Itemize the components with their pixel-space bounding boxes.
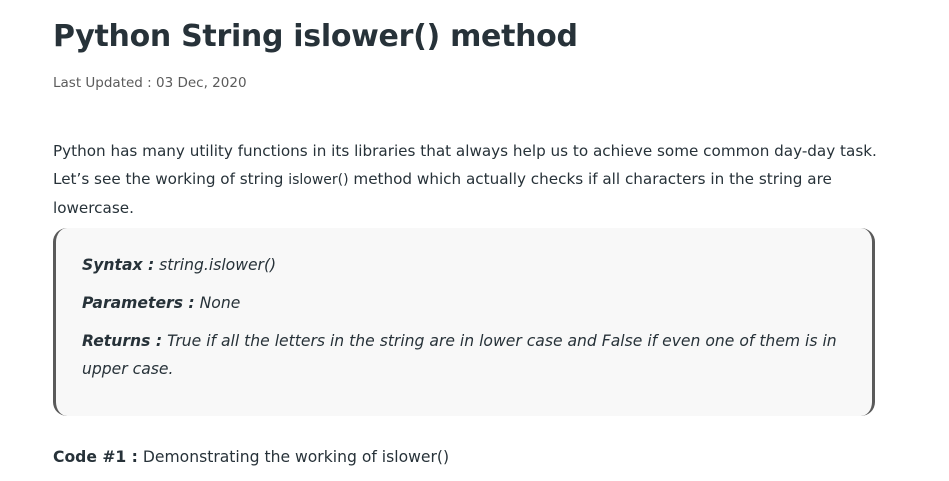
parameters-value: None — [194, 294, 241, 312]
article-title: Python String islower() method — [53, 19, 578, 54]
code-heading-label: Code #1 : — [53, 448, 138, 466]
inline-code-islower: islower() — [288, 172, 349, 188]
code-heading-text: Demonstrating the working of islower() — [137, 448, 450, 466]
code-heading: Code #1 : Demonstrating the working of i… — [53, 444, 449, 470]
returns-label: Returns : — [82, 332, 163, 350]
syntax-line: Syntax : string.islower() — [82, 251, 848, 279]
syntax-label: Syntax : — [82, 256, 155, 274]
last-updated: Last Updated : 03 Dec, 2020 — [53, 75, 247, 91]
parameters-line: Parameters : None — [82, 289, 848, 317]
method-info-blockquote: Syntax : string.islower() Parameters : N… — [53, 228, 875, 416]
parameters-label: Parameters : — [82, 294, 195, 312]
returns-line: Returns : True if all the letters in the… — [82, 327, 848, 383]
syntax-value: string.islower() — [154, 256, 277, 274]
intro-paragraph: Python has many utility functions in its… — [53, 137, 881, 222]
returns-value: True if all the letters in the string ar… — [82, 332, 837, 378]
